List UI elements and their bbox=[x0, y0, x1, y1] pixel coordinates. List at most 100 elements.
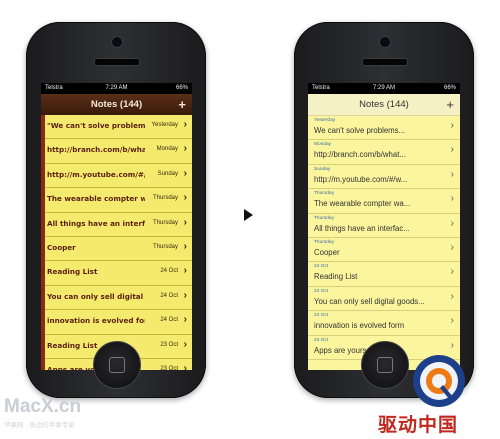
note-title: Cooper bbox=[47, 242, 76, 252]
note-date: 24 Oct bbox=[314, 313, 329, 319]
front-camera-icon bbox=[379, 36, 391, 48]
chevron-right-icon: › bbox=[450, 120, 454, 131]
note-row[interactable]: Reading List 24 Oct › bbox=[41, 261, 192, 286]
chevron-right-icon: › bbox=[183, 119, 187, 130]
chevron-right-icon: › bbox=[183, 289, 187, 301]
note-title: http://m.youtube.com/#/w... bbox=[314, 174, 408, 184]
note-row[interactable]: Yesterday We can't solve problems... › bbox=[308, 116, 460, 141]
note-row[interactable]: All things have an interfac... Thursday › bbox=[41, 213, 192, 237]
home-square-icon bbox=[109, 357, 125, 373]
note-title: innovation is evolved form bbox=[47, 316, 145, 326]
note-title: http://branch.com/b/what... bbox=[314, 150, 406, 160]
chevron-right-icon: › bbox=[450, 217, 454, 229]
chevron-right-icon: › bbox=[183, 314, 187, 326]
note-row[interactable]: innovation is evolved form 24 Oct › bbox=[41, 310, 192, 335]
note-row[interactable]: http://branch.com/b/what... Monday › bbox=[41, 139, 192, 164]
speaker-grille bbox=[362, 58, 408, 66]
home-square-icon bbox=[377, 357, 393, 373]
battery-level: 66% bbox=[175, 85, 188, 91]
note-date: Thursday bbox=[314, 239, 334, 245]
note-row[interactable]: Sunday http://m.youtube.com/#/w... › bbox=[308, 165, 460, 190]
note-row[interactable]: "We can't solve problems... Yesterday › bbox=[41, 115, 192, 140]
add-note-button[interactable]: + bbox=[178, 94, 186, 115]
note-date: 24 Oct bbox=[160, 292, 178, 299]
note-title: Cooper bbox=[314, 247, 340, 257]
chevron-right-icon: › bbox=[183, 265, 187, 277]
chevron-right-icon: › bbox=[450, 241, 454, 253]
note-title: You can only sell digital goods... bbox=[47, 291, 145, 301]
note-row[interactable]: You can only sell digital goods... 24 Oct… bbox=[41, 286, 192, 311]
chevron-right-icon: › bbox=[183, 143, 187, 155]
page-title: Notes (144) bbox=[90, 99, 143, 110]
note-title: All things have an interfac... bbox=[314, 223, 410, 233]
chevron-right-icon: › bbox=[450, 315, 454, 327]
note-row[interactable]: 24 Oct You can only sell digital goods...… bbox=[308, 287, 460, 312]
note-title: http://branch.com/b/what... bbox=[47, 145, 145, 155]
note-title: "We can't solve problems... bbox=[47, 121, 145, 130]
watermark-macx-tagline: 苹果网 · 身边的苹果专家 bbox=[4, 422, 75, 429]
front-camera-icon bbox=[111, 36, 123, 48]
clock: 7:29 AM bbox=[372, 85, 395, 91]
note-title: We can't solve problems... bbox=[314, 126, 406, 135]
chevron-right-icon: › bbox=[183, 192, 187, 204]
note-date: 24 Oct bbox=[314, 264, 329, 270]
note-row[interactable]: http://m.youtube.com/#/w... Sunday › bbox=[41, 164, 192, 189]
left-screen: Telstra 7:29 AM 66% Notes (144) + "We ca… bbox=[41, 83, 192, 370]
note-date: 23 Oct bbox=[160, 341, 178, 348]
note-row[interactable]: Thursday The wearable compter wa... › bbox=[308, 189, 460, 214]
note-row[interactable]: Monday http://branch.com/b/what... › bbox=[308, 140, 460, 165]
chevron-right-icon: › bbox=[450, 168, 454, 180]
chevron-right-icon: › bbox=[450, 144, 454, 156]
note-title: http://m.youtube.com/#/w... bbox=[47, 169, 145, 179]
chevron-right-icon: › bbox=[450, 266, 454, 278]
note-row[interactable]: 24 Oct innovation is evolved form › bbox=[308, 311, 460, 336]
note-title: Reading List bbox=[314, 272, 358, 282]
chevron-right-icon: › bbox=[450, 290, 454, 302]
note-title: innovation is evolved form bbox=[314, 321, 405, 331]
note-title: You can only sell digital goods... bbox=[314, 296, 425, 306]
page-title: Notes (144) bbox=[359, 99, 409, 110]
note-date: Monday bbox=[156, 146, 178, 153]
note-date: Thursday bbox=[152, 195, 178, 202]
note-title: Reading List bbox=[47, 267, 98, 277]
speaker-grille bbox=[94, 58, 140, 66]
leather-edge bbox=[41, 115, 45, 370]
brand-logo-icon bbox=[413, 355, 465, 407]
note-date: Thursday bbox=[152, 219, 178, 226]
right-screen: Telstra 7:29 AM 66% Notes (144) + Yester… bbox=[308, 83, 460, 370]
note-date: 24 Oct bbox=[160, 268, 178, 275]
transition-arrow-icon bbox=[244, 209, 253, 221]
watermark-macx: MacX.cn bbox=[4, 396, 82, 417]
chevron-right-icon: › bbox=[450, 193, 454, 205]
status-bar: Telstra 7:29 AM 66% bbox=[308, 83, 460, 94]
chevron-right-icon: › bbox=[450, 339, 454, 351]
chevron-right-icon: › bbox=[183, 240, 187, 252]
note-date: 24 Oct bbox=[314, 288, 329, 294]
chevron-right-icon: › bbox=[183, 167, 187, 179]
note-title: The wearable compter wa... bbox=[47, 194, 145, 204]
note-date: Sunday bbox=[157, 170, 178, 177]
note-row[interactable]: 24 Oct Reading List › bbox=[308, 262, 460, 287]
note-row[interactable]: Thursday Cooper › bbox=[308, 238, 460, 263]
note-date: Thursday bbox=[152, 243, 178, 250]
note-row[interactable]: Cooper Thursday › bbox=[41, 237, 192, 262]
note-date: 23 Oct bbox=[314, 337, 329, 343]
left-phone: Telstra 7:29 AM 66% Notes (144) + "We ca… bbox=[26, 22, 206, 398]
nav-bar: Notes (144) + bbox=[308, 94, 460, 116]
note-date: Monday bbox=[314, 142, 332, 148]
clock: 7:29 AM bbox=[105, 85, 128, 91]
note-date: Sunday bbox=[314, 166, 331, 172]
notes-list: "We can't solve problems...Yesterday›htt… bbox=[41, 115, 192, 370]
note-title: All things have an interfac... bbox=[47, 218, 145, 228]
chevron-right-icon: › bbox=[183, 216, 187, 228]
status-bar: Telstra 7:29 AM 66% bbox=[41, 83, 192, 94]
note-date: 24 Oct bbox=[160, 317, 178, 324]
note-date: Thursday bbox=[314, 191, 334, 197]
home-button[interactable] bbox=[93, 341, 141, 389]
add-note-button[interactable]: + bbox=[446, 94, 454, 115]
note-title: The wearable compter wa... bbox=[314, 199, 411, 209]
note-date: Yesterday bbox=[314, 118, 336, 123]
note-row[interactable]: The wearable compter wa... Thursday › bbox=[41, 188, 192, 213]
home-button[interactable] bbox=[361, 341, 409, 389]
note-row[interactable]: Thursday All things have an interfac... › bbox=[308, 214, 460, 238]
